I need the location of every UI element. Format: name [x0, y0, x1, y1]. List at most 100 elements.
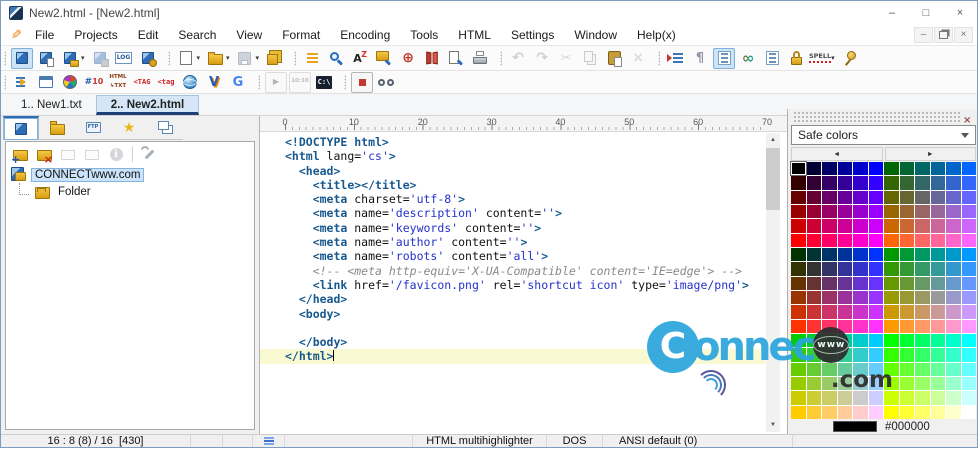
palette-swatch-6600CC[interactable] — [853, 190, 868, 204]
palette-swatch-339999[interactable] — [930, 262, 945, 276]
text-preview-glasses-icon[interactable] — [375, 72, 397, 93]
menu-window[interactable]: Window — [564, 26, 627, 44]
open-file-icon[interactable] — [204, 48, 226, 69]
palette-swatch-FF0066[interactable] — [822, 233, 837, 247]
palette-swatch-FF0000[interactable] — [791, 233, 806, 247]
palette-swatch-009999[interactable] — [930, 247, 945, 262]
save-all-icon[interactable] — [263, 48, 285, 69]
code-line-3[interactable]: <head> — [285, 164, 765, 178]
close-icon[interactable]: × — [943, 1, 977, 24]
palette-swatch-330033[interactable] — [806, 176, 821, 190]
palette-swatch-00FFCC[interactable] — [946, 333, 961, 348]
code-line-7[interactable]: <meta name='keywords' content=''> — [285, 221, 765, 235]
palette-swatch-FFFF99[interactable] — [930, 405, 945, 419]
palette-swatch-CC9933[interactable] — [899, 305, 914, 319]
palette-swatch-FF6666[interactable] — [915, 233, 930, 247]
palette-swatch-999999[interactable] — [930, 290, 945, 305]
copy-icon[interactable] — [579, 48, 601, 69]
palette-swatch-33FFCC[interactable] — [946, 348, 961, 362]
palette-swatch-660099[interactable] — [837, 190, 852, 204]
palette-swatch-CC6666[interactable] — [915, 219, 930, 233]
palette-prev-button[interactable]: ◄ — [791, 147, 883, 161]
palette-swatch-FF9966[interactable] — [915, 319, 930, 333]
palette-swatch-CCCC99[interactable] — [837, 391, 852, 405]
reformat-icon[interactable] — [301, 48, 323, 69]
stay-on-top-pin-icon[interactable] — [839, 48, 861, 69]
palette-swatch-00CC66[interactable] — [822, 333, 837, 348]
menu-tools[interactable]: Tools — [400, 26, 448, 44]
palette-swatch-996600[interactable] — [884, 204, 899, 219]
palette-swatch-CC0000[interactable] — [791, 219, 806, 233]
tree-item-root[interactable]: CONNECTwww.com — [6, 166, 254, 183]
panel-close-icon[interactable] — [961, 110, 974, 122]
palette-swatch-3300FF[interactable] — [868, 176, 883, 190]
save-file-dropdown-icon[interactable]: ▾ — [256, 54, 260, 62]
palette-swatch-99CCCC[interactable] — [853, 376, 868, 391]
code-line-10[interactable]: <!-- <meta http-equiv='X-UA-Compatible' … — [285, 264, 765, 278]
code-line-2[interactable]: <html lang='cs'> — [285, 149, 765, 163]
palette-swatch-FF9933[interactable] — [899, 319, 914, 333]
palette-swatch-333333[interactable] — [806, 262, 821, 276]
palette-swatch-CC00FF[interactable] — [868, 219, 883, 233]
files-tab[interactable] — [39, 116, 75, 140]
redo-icon[interactable] — [531, 48, 553, 69]
palette-swatch-FF0099[interactable] — [837, 233, 852, 247]
html-to-text-icon[interactable] — [107, 72, 129, 93]
palette-swatch-000066[interactable] — [822, 162, 837, 176]
palette-swatch-FFCC66[interactable] — [822, 405, 837, 419]
palette-swatch-669900[interactable] — [884, 276, 899, 290]
palette-swatch-0099FF[interactable] — [961, 247, 976, 262]
palette-swatch-9999CC[interactable] — [946, 290, 961, 305]
palette-swatch-FF99CC[interactable] — [946, 319, 961, 333]
palette-swatch-666633[interactable] — [899, 190, 914, 204]
palette-swatch-99FFCC[interactable] — [946, 376, 961, 391]
palette-swatch-0033FF[interactable] — [868, 247, 883, 262]
palette-swatch-3333CC[interactable] — [853, 262, 868, 276]
palette-swatch-66FF33[interactable] — [899, 362, 914, 376]
project-settings-icon[interactable] — [137, 48, 159, 69]
code-line-11[interactable]: <link href='/favicon.png' rel='shortcut … — [285, 278, 765, 292]
palette-swatch-990033[interactable] — [806, 204, 821, 219]
color-code-icon[interactable] — [83, 72, 105, 93]
palette-swatch-666666[interactable] — [915, 190, 930, 204]
palette-swatch-FF66CC[interactable] — [946, 233, 961, 247]
special-chars-icon[interactable] — [761, 48, 783, 69]
minimize-icon[interactable]: – — [875, 1, 909, 24]
palette-swatch-003399[interactable] — [837, 247, 852, 262]
palette-swatch-CCCCCC[interactable] — [853, 391, 868, 405]
menu-html[interactable]: HTML — [448, 26, 501, 44]
palette-swatch-0000CC[interactable] — [853, 162, 868, 176]
palette-swatch-6699FF[interactable] — [961, 276, 976, 290]
palette-swatch-CCCC33[interactable] — [806, 391, 821, 405]
project-tools-wrench-icon[interactable] — [138, 144, 160, 165]
palette-swatch-CC6633[interactable] — [899, 219, 914, 233]
palette-swatch-66FFCC[interactable] — [946, 362, 961, 376]
palette-swatch-66CC99[interactable] — [837, 362, 852, 376]
google-search-icon[interactable] — [227, 72, 249, 93]
project-log-icon[interactable] — [113, 48, 135, 69]
word-wrap-icon[interactable] — [737, 48, 759, 69]
palette-swatch-003366[interactable] — [822, 247, 837, 262]
palette-swatch-FFCC33[interactable] — [806, 405, 821, 419]
palette-swatch-006666[interactable] — [915, 162, 930, 176]
project-folder-a-icon[interactable] — [57, 144, 79, 165]
menu-file[interactable]: File — [25, 26, 64, 44]
palette-swatch-00CCCC[interactable] — [853, 333, 868, 348]
palette-swatch-009933[interactable] — [899, 247, 914, 262]
palette-swatch-990099[interactable] — [837, 204, 852, 219]
palette-swatch-CC6600[interactable] — [884, 219, 899, 233]
palette-swatch-9900FF[interactable] — [868, 204, 883, 219]
palette-swatch-339900[interactable] — [884, 262, 899, 276]
palette-swatch-336633[interactable] — [899, 176, 914, 190]
mdi-restore-icon[interactable] — [934, 26, 953, 43]
palette-swatch-9966CC[interactable] — [946, 204, 961, 219]
palette-swatch-FF00CC[interactable] — [853, 233, 868, 247]
palette-swatch-CCCC00[interactable] — [791, 391, 806, 405]
code-line-6[interactable]: <meta name='description' content=''> — [285, 206, 765, 220]
project-tab[interactable] — [3, 116, 39, 140]
palette-swatch-9933CC[interactable] — [853, 290, 868, 305]
palette-swatch-CCCCFF[interactable] — [868, 391, 883, 405]
palette-swatch-000000[interactable] — [791, 162, 806, 176]
tree-item-folder[interactable]: Folder — [6, 182, 254, 200]
palette-swatch-66FF00[interactable] — [884, 362, 899, 376]
